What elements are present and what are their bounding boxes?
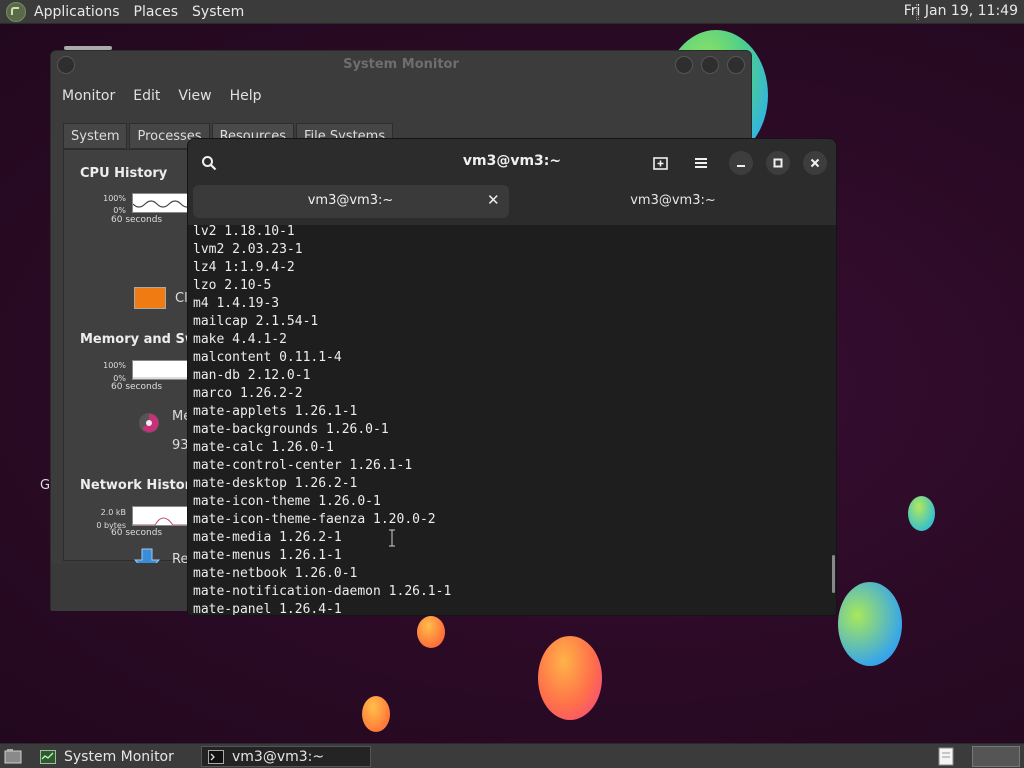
terminal-line: lv2 1.18.10-1: [193, 224, 295, 239]
menu-view[interactable]: View: [178, 88, 211, 104]
terminal-line: mailcap 2.1.54-1: [193, 314, 319, 329]
hamburger-menu-icon[interactable]: [689, 151, 713, 175]
terminal-tab-label: vm3@vm3:~: [307, 193, 394, 208]
terminal-tab-inactive[interactable]: vm3@vm3:~: [514, 185, 832, 218]
menu-monitor[interactable]: Monitor: [62, 88, 115, 104]
terminal-line: mate-icon-theme-faenza 1.20.0-2: [193, 512, 436, 527]
terminal-lines: lv2 1.18.10-1 lvm2 2.03.23-1 lz4 1:1.9.4-2…: [193, 223, 452, 616]
taskbar-terminal[interactable]: vm3@vm3:~: [201, 746, 371, 767]
cpu-legend-label: Cl: [175, 291, 188, 306]
terminal-line: mate-backgrounds 1.26.0-1: [193, 422, 389, 437]
taskbar-label: vm3@vm3:~: [232, 748, 325, 765]
network-history-title: Network History: [80, 478, 200, 493]
cpu-history-graph: [132, 193, 190, 213]
memory-span-label: 60 seconds: [111, 382, 163, 392]
maximize-icon[interactable]: [766, 151, 790, 175]
taskbar-system-monitor[interactable]: System Monitor: [34, 746, 198, 767]
clock[interactable]: Fri Jan 19, 11:49: [904, 3, 1018, 19]
terminal-line: mate-media 1.26.2-1: [193, 530, 342, 545]
top-panel: Applications Places System Fri Jan 19, 1…: [0, 0, 1024, 24]
scrollbar-thumb[interactable]: [832, 555, 835, 593]
terminal-line: mate-control-center 1.26.1-1: [193, 458, 413, 473]
terminal-line: make 4.4.1-2: [193, 332, 287, 347]
terminal-line: mate-netbook 1.26.0-1: [193, 566, 358, 581]
applications-menu[interactable]: Applications: [34, 4, 120, 20]
show-desktop-icon[interactable]: [4, 748, 22, 764]
terminal-line: mate-icon-theme 1.26.0-1: [193, 494, 381, 509]
tab-system[interactable]: System: [63, 123, 128, 149]
maximize-button[interactable]: [701, 56, 719, 74]
network-span-label: 60 seconds: [111, 528, 163, 538]
cpu-span-label: 60 seconds: [111, 215, 163, 225]
close-icon[interactable]: [803, 151, 827, 175]
terminal-line: mate-desktop 1.26.2-1: [193, 476, 358, 491]
terminal-line: lz4 1:1.9.4-2: [193, 260, 295, 275]
cpu-y-bottom: 0%: [113, 206, 126, 215]
terminal-output[interactable]: lv2 1.18.10-1 lvm2 2.03.23-1 lz4 1:1.9.4-2…: [188, 223, 836, 616]
new-tab-icon[interactable]: [649, 151, 673, 175]
bottom-panel: System Monitor vm3@vm3:~: [0, 743, 1024, 768]
menubar: Monitor Edit View Help: [51, 83, 751, 109]
cpu-y-top: 100%: [103, 194, 126, 203]
terminal-app-icon: [208, 749, 224, 764]
decor-blob-blue: [838, 582, 902, 666]
system-monitor-app-icon: [40, 749, 56, 764]
memory-history-graph: [132, 360, 190, 380]
decor-blob-orange-small: [417, 616, 445, 648]
notes-icon[interactable]: [938, 747, 954, 766]
terminal-line: m4 1.4.19-3: [193, 296, 280, 311]
decor-blob-orange: [362, 696, 390, 732]
menu-help[interactable]: Help: [230, 88, 262, 104]
terminal-line: mate-applets 1.26.1-1: [193, 404, 358, 419]
terminal-line: marco 1.26.2-2: [193, 386, 303, 401]
terminal-headerbar: vm3@vm3:~ vm3@vm3:~ ✕ vm3@vm3:~: [188, 139, 836, 225]
window-title: System Monitor: [343, 57, 459, 72]
desktop-partial-label: G: [40, 478, 51, 493]
minimize-icon[interactable]: [729, 151, 753, 175]
tab-close-icon[interactable]: ✕: [487, 191, 500, 209]
menu-edit[interactable]: Edit: [133, 88, 160, 104]
memory-y-top: 100%: [103, 361, 126, 370]
cpu-legend-color[interactable]: [134, 287, 166, 309]
mate-logo-icon[interactable]: [6, 1, 26, 22]
memory-pie-icon: [138, 412, 160, 434]
workspace-switcher[interactable]: [972, 746, 1020, 767]
terminal-line: mate-panel 1.26.4-1: [193, 602, 342, 616]
terminal-line: malcontent 0.11.1-4: [193, 350, 342, 365]
text-cursor-icon: [388, 529, 396, 547]
terminal-line: man-db 2.12.0-1: [193, 368, 311, 383]
terminal-tab-active[interactable]: vm3@vm3:~ ✕: [193, 185, 509, 218]
cpu-history-title: CPU History: [80, 166, 168, 181]
system-menu[interactable]: System: [192, 4, 244, 20]
terminal-tab-label: vm3@vm3:~: [630, 193, 716, 208]
places-menu[interactable]: Places: [134, 4, 179, 20]
decor-blob-teal: [908, 496, 935, 531]
terminal-line: lzo 2.10-5: [193, 278, 272, 293]
terminal-line: mate-menus 1.26.1-1: [193, 548, 342, 563]
terminal-line: mate-notification-daemon 1.26.1-1: [193, 584, 452, 599]
terminal-line: lvm2 2.03.23-1: [193, 242, 303, 257]
decor-blob-red: [538, 636, 602, 720]
network-y-top: 2.0 kB: [100, 508, 126, 517]
network-history-graph: [132, 506, 190, 526]
minimize-button[interactable]: [675, 56, 693, 74]
close-button[interactable]: [727, 56, 745, 74]
terminal-window: vm3@vm3:~ vm3@vm3:~ ✕ vm3@vm3:~ lv2 1.18…: [187, 138, 837, 616]
terminal-line: mate-calc 1.26.0-1: [193, 440, 334, 455]
taskbar-label: System Monitor: [64, 748, 174, 765]
